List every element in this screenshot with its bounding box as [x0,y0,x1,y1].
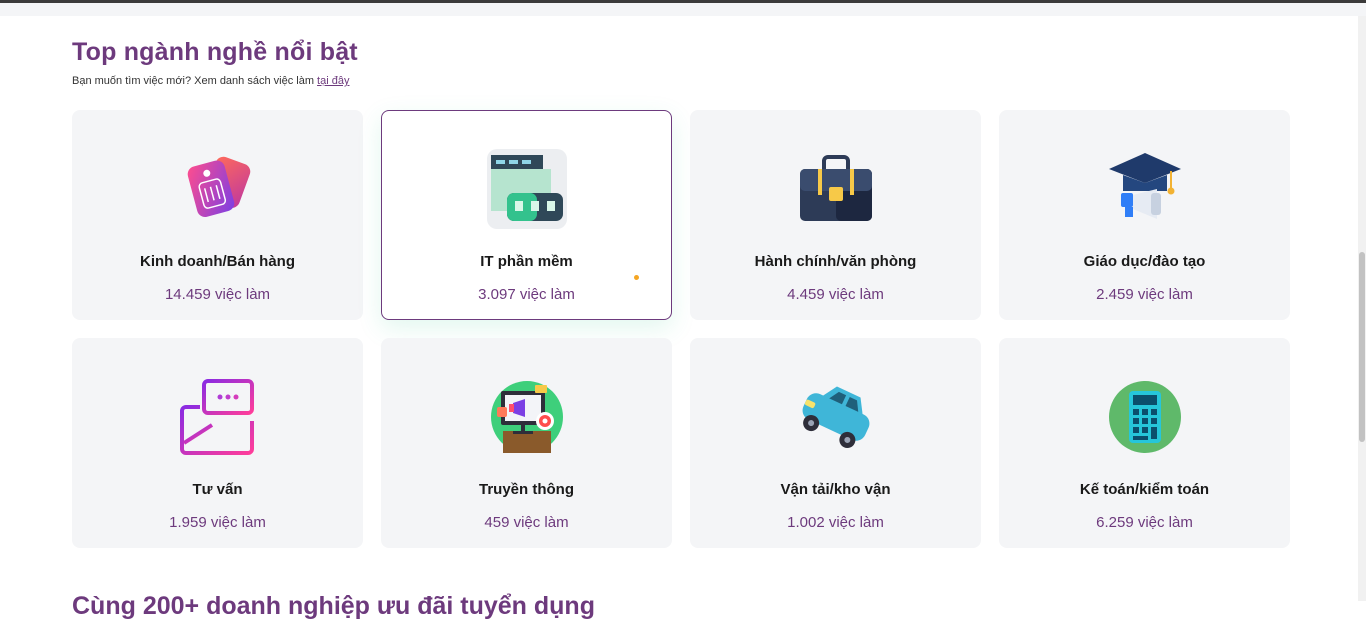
category-name: Hành chính/văn phòng [754,253,917,270]
next-section-title: Cùng 200+ doanh nghiệp ưu đãi tuyển dụng [72,592,595,620]
code-window-icon [486,149,567,229]
section-title: Top ngành nghề nổi bật [72,38,358,66]
category-job-count: 1.002 việc làm [787,514,884,531]
top-categories-section: Top ngành nghề nổi bật Bạn muốn tìm việc… [72,38,1290,87]
category-card-accounting[interactable]: Kế toán/kiểm toán 6.259 việc làm [999,338,1290,548]
category-grid: Kinh doanh/Bán hàng 14.459 việc làm IT p… [72,110,1290,548]
category-card-transport[interactable]: Vận tải/kho vận 1.002 việc làm [690,338,981,548]
subtitle-text: Bạn muốn tìm việc mới? Xem danh sách việ… [72,75,318,87]
category-card-media[interactable]: Truyền thông 459 việc làm [381,338,672,548]
category-job-count: 459 việc làm [484,514,569,531]
loading-dot [634,275,639,280]
price-tag-icon [178,149,258,229]
category-card-education[interactable]: Giáo dục/đào tạo 2.459 việc làm [999,110,1290,320]
briefcase-icon [796,149,876,229]
category-job-count: 1.959 việc làm [169,514,266,531]
top-band [0,3,1366,16]
chat-message-icon [178,377,258,457]
category-card-sales[interactable]: Kinh doanh/Bán hàng 14.459 việc làm [72,110,363,320]
category-name: Vận tải/kho vận [780,481,891,498]
category-job-count: 14.459 việc làm [164,286,271,303]
category-job-count: 4.459 việc làm [787,286,884,303]
category-name: Truyền thông [479,481,574,498]
category-card-consulting[interactable]: Tư vấn 1.959 việc làm [72,338,363,548]
graduation-cap-icon [1105,149,1185,229]
scrollbar[interactable] [1358,16,1366,601]
category-job-count: 2.459 việc làm [1096,286,1193,303]
calculator-icon [1105,377,1185,457]
category-card-it-software[interactable]: IT phần mềm 3.097 việc làm [381,110,672,320]
category-name: Tư vấn [192,481,243,498]
category-job-count: 3.097 việc làm [478,286,575,303]
category-name: IT phần mềm [480,253,573,270]
view-jobs-link[interactable]: tại đây [317,75,349,87]
category-name: Giáo dục/đào tạo [1083,253,1206,270]
category-name: Kinh doanh/Bán hàng [140,253,295,270]
category-job-count: 6.259 việc làm [1096,514,1193,531]
section-subtitle: Bạn muốn tìm việc mới? Xem danh sách việ… [72,75,1290,87]
megaphone-screen-icon [487,377,567,457]
category-name: Kế toán/kiểm toán [1079,481,1210,498]
category-card-admin-office[interactable]: Hành chính/văn phòng 4.459 việc làm [690,110,981,320]
car-icon [796,377,876,457]
scrollbar-thumb[interactable] [1359,252,1365,442]
